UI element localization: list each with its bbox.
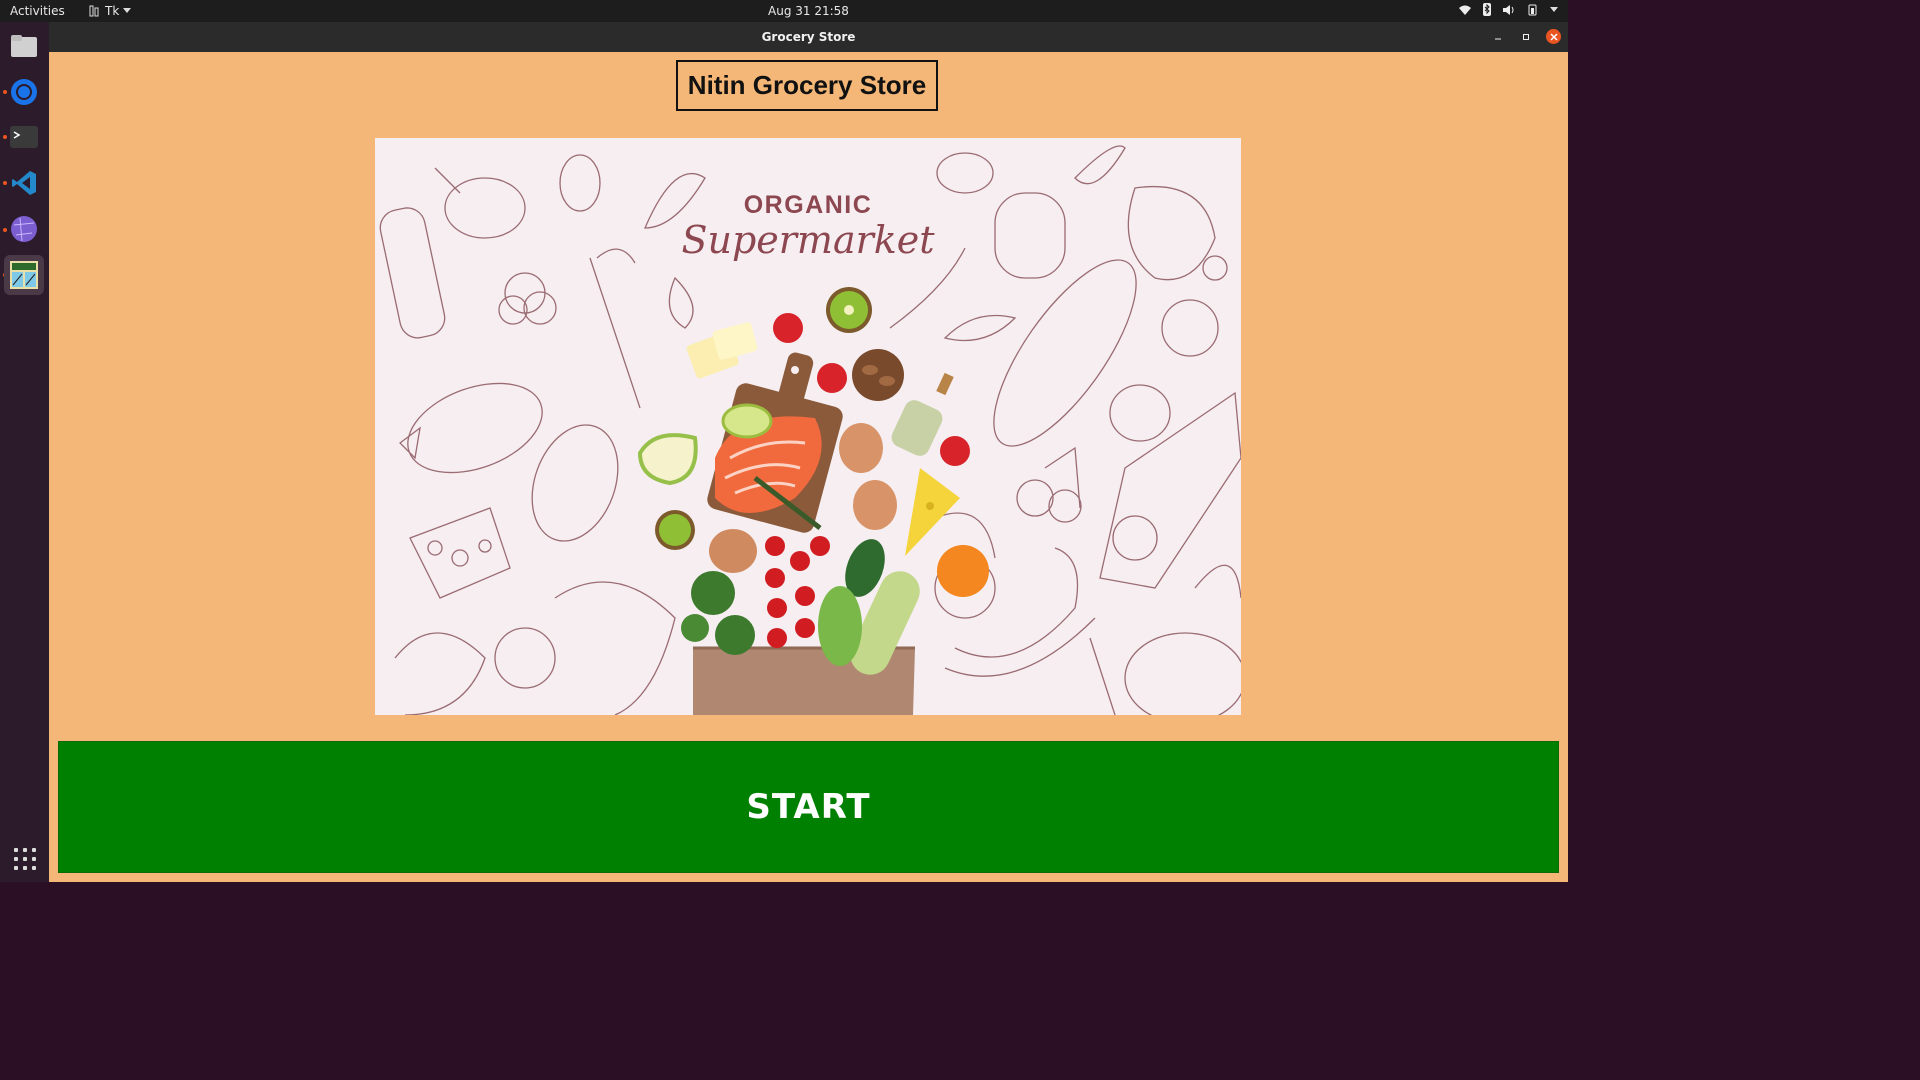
network-icon[interactable] [4, 209, 44, 249]
banner-title-organic: ORGANIC [744, 191, 873, 219]
clock[interactable]: Aug 31 21:58 [0, 4, 1617, 18]
window-titlebar[interactable]: Grocery Store [49, 22, 1568, 52]
dock [0, 22, 49, 882]
volume-icon [1503, 4, 1514, 15]
close-icon [1549, 32, 1558, 41]
app-window: Grocery Store Nitin Grocery Store ORGANI… [49, 22, 1568, 882]
chevron-down-icon [1550, 6, 1558, 12]
grocery-app-icon[interactable] [4, 255, 44, 295]
apps-grid-icon[interactable] [14, 848, 36, 870]
start-button[interactable]: START [58, 741, 1559, 873]
wifi-icon [1459, 5, 1471, 15]
files-icon[interactable] [4, 26, 44, 66]
window-title: Grocery Store [761, 30, 856, 44]
maximize-button[interactable] [1519, 30, 1533, 44]
vscode-icon[interactable] [4, 163, 44, 203]
bluetooth-icon [1483, 3, 1491, 16]
battery-icon [1528, 4, 1537, 15]
close-button[interactable] [1546, 29, 1561, 44]
system-tray[interactable] [1458, 3, 1558, 16]
browser-icon[interactable] [4, 72, 44, 112]
minimize-button[interactable] [1491, 30, 1505, 44]
top-bar: Activities Tk Aug 31 21:58 [0, 0, 1568, 22]
terminal-icon[interactable] [4, 117, 44, 157]
store-heading: Nitin Grocery Store [676, 60, 938, 111]
banner-image: ORGANIC Supermarket [375, 138, 1241, 715]
banner-title-supermarket: Supermarket [681, 218, 935, 262]
